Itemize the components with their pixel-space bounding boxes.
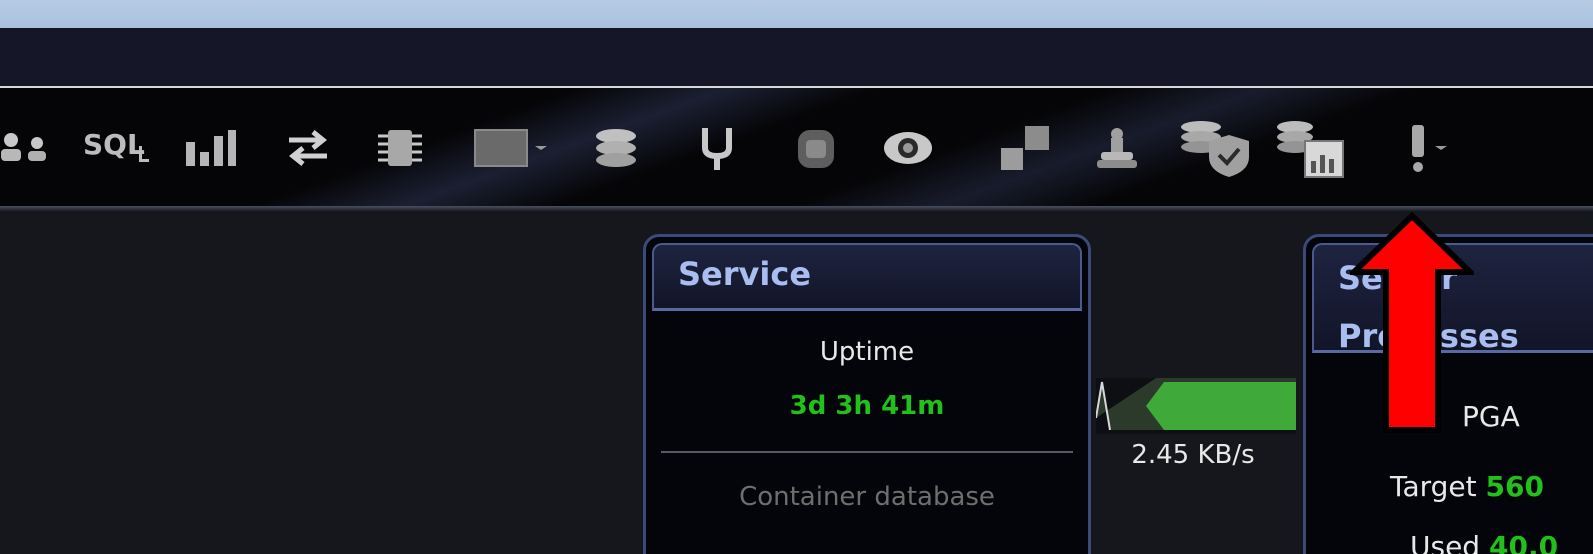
uptime-value: 3d 3h 41m [789, 391, 945, 421]
service-panel-header: Service [652, 243, 1082, 311]
pga-used-value: 40.0 [1489, 530, 1559, 554]
monitor-icon [473, 126, 533, 170]
title-bar [0, 0, 1593, 28]
database-shield-icon [1179, 117, 1251, 179]
monitor-dropdown-button[interactable] [466, 110, 556, 186]
users-button[interactable] [0, 110, 52, 186]
storage-button[interactable] [790, 110, 842, 186]
chevron-down-icon [533, 142, 549, 154]
pga-target-row: Target 560 [1390, 470, 1544, 503]
service-panel-title: Service [678, 255, 812, 293]
cylinder-icon [794, 124, 838, 172]
tuning-button[interactable] [694, 110, 740, 186]
alert-icon [1403, 121, 1433, 175]
database-button[interactable] [590, 110, 642, 186]
tuning-fork-icon [697, 124, 737, 172]
container-database-label: Container database [739, 482, 995, 512]
annotation-arrow-icon [1346, 211, 1478, 434]
sql-icon: SQL [81, 124, 153, 172]
alerts-dropdown-button[interactable] [1388, 110, 1464, 186]
network-sparkline [1095, 378, 1296, 434]
uptime-label: Uptime [819, 337, 915, 367]
sql-button[interactable]: SQL [80, 110, 154, 186]
network-rate: 2.45 KB/s [1131, 440, 1255, 470]
report-button[interactable] [1274, 110, 1346, 186]
eye-icon [882, 126, 934, 170]
pga-target-label: Target [1390, 470, 1477, 503]
observe-button[interactable] [880, 110, 936, 186]
stamp-icon [1095, 124, 1139, 172]
swap-arrows-icon [283, 126, 333, 170]
bar-chart-icon [182, 124, 238, 172]
menu-band [0, 28, 1593, 86]
stamp-button[interactable] [1092, 110, 1142, 186]
blocks-icon [999, 124, 1053, 172]
pga-used-row: Used 40.0 [1410, 530, 1558, 554]
pga-used-label: Used [1410, 530, 1481, 554]
blocks-button[interactable] [998, 110, 1054, 186]
sql-icon-text: SQL [83, 128, 145, 161]
security-button[interactable] [1178, 110, 1252, 186]
statistics-button[interactable] [180, 110, 240, 186]
memory-button[interactable] [372, 110, 428, 186]
chevron-down-icon [1433, 142, 1449, 154]
users-icon [1, 128, 51, 168]
chip-icon [374, 124, 426, 172]
database-stack-icon [592, 124, 640, 172]
pga-target-value: 560 [1485, 470, 1544, 503]
app-window: SQL Service Uptime 3d 3h 41m Container d… [0, 0, 1593, 554]
service-panel[interactable]: Service Uptime 3d 3h 41m Container datab… [643, 234, 1091, 554]
database-report-icon [1275, 117, 1345, 179]
service-divider [661, 451, 1073, 453]
transfer-button[interactable] [280, 110, 336, 186]
